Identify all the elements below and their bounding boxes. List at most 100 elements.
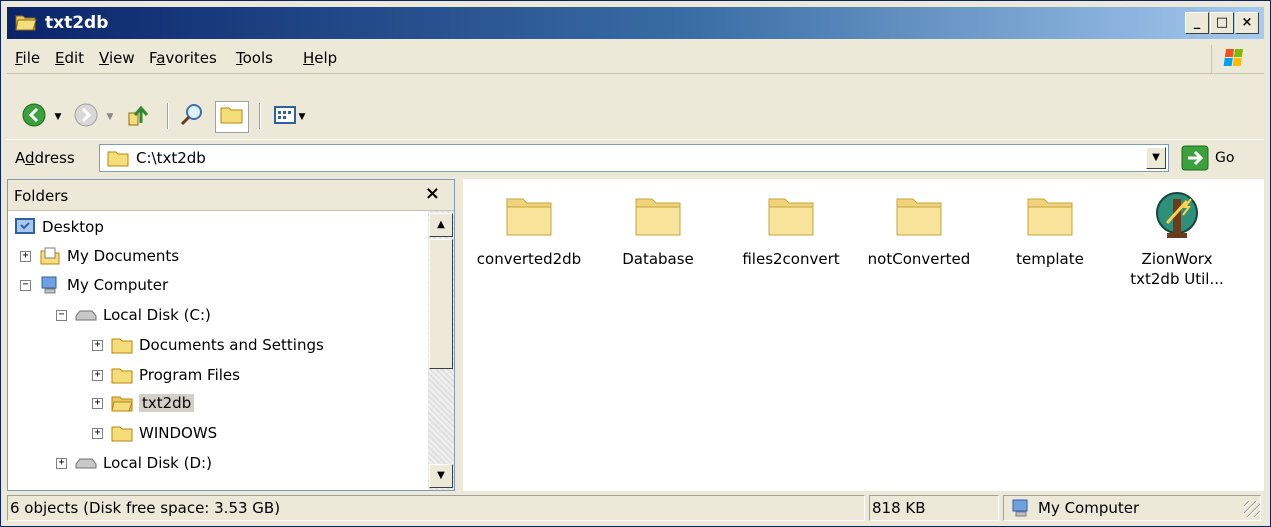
tree-item-local-disk-d[interactable]: + Local Disk (D:) (56, 449, 212, 477)
status-objects: 6 objects (Disk free space: 3.53 GB) (7, 495, 865, 521)
status-size: 818 KB (869, 495, 999, 521)
go-button[interactable]: Go (1177, 144, 1257, 172)
minimize-button[interactable]: _ (1185, 12, 1209, 34)
menu-edit[interactable]: Edit (55, 49, 84, 67)
folder-icon (1020, 189, 1080, 239)
address-dropdown-button[interactable]: ▼ (1146, 147, 1166, 169)
up-button[interactable] (123, 101, 155, 133)
folder-open-icon (111, 393, 133, 413)
folder-icon (628, 189, 688, 239)
menu-tools[interactable]: Tools (236, 49, 273, 67)
folder-icon (499, 189, 559, 239)
expand-toggle[interactable]: + (92, 369, 103, 381)
tree-item-documents-and-settings[interactable]: + Documents and Settings (92, 331, 324, 359)
forward-button[interactable] (71, 101, 101, 133)
title-bar[interactable]: txt2db _ □ × (7, 7, 1264, 39)
tree-item-windows[interactable]: + WINDOWS (92, 419, 217, 447)
file-list-pane: converted2db Database files2convert notC… (463, 179, 1264, 491)
up-icon (125, 101, 153, 133)
folders-title: Folders (14, 187, 69, 205)
file-item-notconverted[interactable]: notConverted (855, 189, 983, 269)
chevron-down-icon: ▼ (106, 112, 114, 122)
file-item-template[interactable]: template (986, 189, 1114, 269)
folder-icon (889, 189, 949, 239)
drive-icon (75, 305, 97, 325)
explorer-window: txt2db _ □ × File Edit View Favorites To… (0, 0, 1271, 527)
folders-pane: Folders × Desktop + My Documents − My Co… (7, 179, 455, 491)
address-bar: Address C:\txt2db ▼ Go (7, 139, 1264, 176)
folder-icon (761, 189, 821, 239)
chevron-down-icon: ▼ (54, 112, 62, 122)
views-icon (273, 104, 297, 130)
my-computer-icon (39, 275, 61, 295)
scroll-thumb[interactable] (429, 239, 453, 369)
file-item-files2convert[interactable]: files2convert (727, 189, 855, 269)
scroll-down-button[interactable]: ▼ (429, 464, 453, 488)
go-arrow-icon (1181, 145, 1209, 175)
tree-item-txt2db[interactable]: + txt2db (92, 389, 195, 417)
tree-item-my-documents[interactable]: + My Documents (20, 242, 179, 270)
window-title: txt2db (45, 13, 109, 33)
folders-icon (219, 103, 245, 131)
go-label: Go (1215, 150, 1235, 166)
folder-open-icon (15, 12, 37, 32)
tree-item-program-files[interactable]: + Program Files (92, 361, 240, 389)
chevron-up-icon: ▲ (437, 219, 445, 230)
toolbar-separator (259, 103, 261, 129)
chevron-down-icon: ▼ (298, 112, 306, 122)
drive-icon (75, 453, 97, 473)
expand-toggle[interactable]: + (92, 427, 103, 439)
menu-favorites[interactable]: Favorites (149, 49, 217, 67)
folders-scrollbar[interactable]: ▲ ▼ (428, 211, 454, 490)
address-input[interactable]: C:\txt2db ▼ (99, 144, 1169, 172)
file-item-zionworx-txt2db-util[interactable]: ZionWorx txt2db Util... (1113, 189, 1241, 289)
folder-icon (106, 148, 130, 172)
folders-header: Folders × (8, 180, 454, 211)
my-computer-icon (1010, 498, 1032, 520)
forward-dropdown-button[interactable]: ▼ (103, 101, 117, 133)
back-dropdown-button[interactable]: ▼ (51, 101, 65, 133)
my-documents-icon (39, 246, 61, 266)
folder-icon (111, 335, 133, 355)
tree-item-desktop[interactable]: Desktop (14, 213, 104, 241)
folders-close-button[interactable]: × (425, 183, 440, 204)
status-bar: 6 objects (Disk free space: 3.53 GB) 818… (7, 493, 1264, 523)
scroll-up-button[interactable]: ▲ (429, 213, 453, 237)
back-button[interactable] (19, 101, 49, 133)
desktop-icon (14, 217, 36, 237)
menu-view[interactable]: View (99, 49, 135, 67)
resize-grip-icon[interactable] (1244, 501, 1260, 517)
forward-icon (73, 102, 99, 132)
windows-logo-icon (1211, 45, 1256, 73)
maximize-button[interactable]: □ (1210, 12, 1234, 34)
file-item-database[interactable]: Database (594, 189, 722, 269)
tree-item-local-disk-c[interactable]: − Local Disk (C:) (56, 301, 211, 329)
file-item-converted2db[interactable]: converted2db (465, 189, 593, 269)
expand-toggle[interactable]: + (56, 457, 67, 469)
expand-toggle[interactable]: + (92, 397, 103, 409)
address-value: C:\txt2db (136, 149, 206, 167)
views-button[interactable]: ▼ (267, 101, 311, 133)
search-button[interactable] (175, 101, 209, 133)
collapse-toggle[interactable]: − (56, 309, 67, 321)
collapse-toggle[interactable]: − (20, 279, 31, 291)
toolbar-separator (167, 103, 169, 129)
status-location: My Computer (1003, 495, 1261, 521)
chevron-down-icon: ▼ (437, 470, 445, 481)
folder-icon (111, 423, 133, 443)
expand-toggle[interactable]: + (92, 339, 103, 351)
address-label: Address (15, 149, 75, 167)
folder-icon (111, 365, 133, 385)
tree-item-my-computer[interactable]: − My Computer (20, 271, 168, 299)
chevron-down-icon: ▼ (1152, 152, 1160, 163)
menu-bar: File Edit View Favorites Tools Help (7, 43, 1264, 74)
back-icon (21, 102, 47, 132)
menu-file[interactable]: File (15, 49, 40, 67)
standard-toolbar: ▼ ▼ ▼ (7, 97, 1264, 137)
folders-button[interactable] (215, 101, 249, 133)
menu-help[interactable]: Help (303, 49, 337, 67)
expand-toggle[interactable]: + (20, 250, 31, 262)
folder-tree: Desktop + My Documents − My Computer − L… (8, 211, 428, 489)
search-icon (179, 102, 205, 132)
close-button[interactable]: × (1235, 12, 1259, 34)
